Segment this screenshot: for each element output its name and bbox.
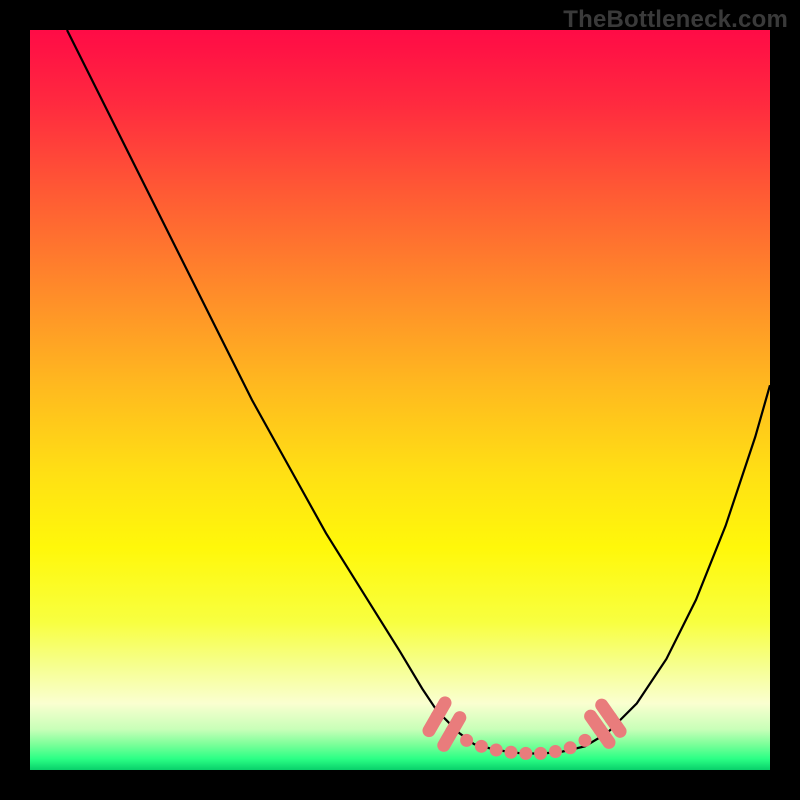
gradient-rect bbox=[30, 30, 770, 770]
marker-dot bbox=[519, 747, 532, 760]
plot-area bbox=[30, 30, 770, 770]
marker-dot bbox=[579, 734, 592, 747]
watermark-text: TheBottleneck.com bbox=[563, 6, 788, 34]
marker-dot bbox=[534, 747, 547, 760]
gradient-canvas bbox=[30, 30, 770, 770]
marker-dot bbox=[549, 745, 562, 758]
marker-dot bbox=[564, 741, 577, 754]
chart-frame: { "watermark": "TheBottleneck.com", "col… bbox=[0, 0, 800, 800]
marker-dot bbox=[460, 734, 473, 747]
marker-dot bbox=[490, 744, 503, 757]
marker-dot bbox=[475, 740, 488, 753]
marker-dot bbox=[505, 746, 518, 759]
